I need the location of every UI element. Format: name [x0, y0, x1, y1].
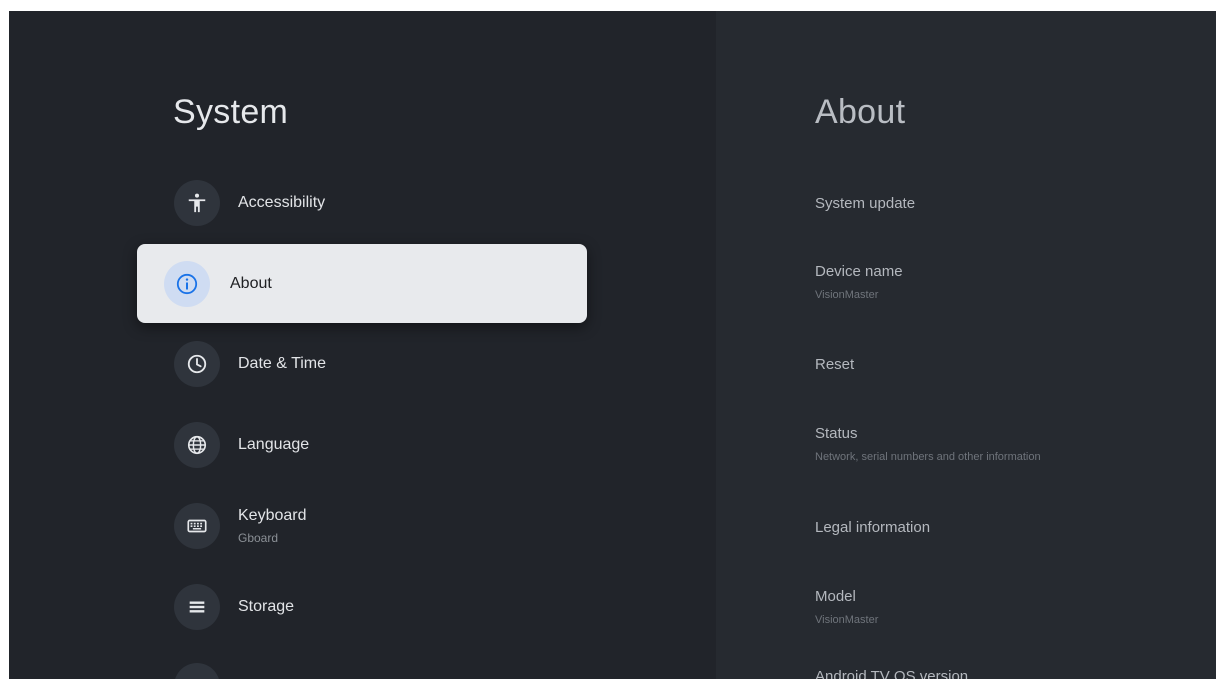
detail-item-label: Reset: [815, 356, 855, 373]
clock-icon: [174, 341, 220, 387]
detail-item-android-tv-os-version[interactable]: Android TV OS version: [815, 668, 1195, 679]
detail-item-label: System update: [815, 195, 916, 212]
menu-item-storage[interactable]: Storage: [174, 582, 594, 632]
detail-item-device-name[interactable]: Device name VisionMaster: [815, 263, 1195, 301]
menu-item-icon: [174, 663, 220, 679]
tv-settings-screen: System Accessibility About Date & Time L…: [9, 11, 1216, 679]
detail-title: About: [815, 93, 906, 131]
about-detail-panel: About System update Device name VisionMa…: [716, 11, 1216, 679]
menu-item-label: About: [230, 274, 272, 292]
system-menu-panel: System Accessibility About Date & Time L…: [9, 11, 716, 679]
menu-item-label: Language: [238, 436, 310, 453]
menu-item-next-partial[interactable]: [174, 661, 594, 679]
menu-item-about[interactable]: About: [137, 244, 587, 323]
detail-item-label: Android TV OS version: [815, 668, 969, 679]
menu-item-date-time[interactable]: Date & Time: [174, 339, 594, 389]
detail-item-label: Device name: [815, 263, 903, 280]
menu-item-label: Keyboard: [238, 507, 307, 524]
detail-item-status[interactable]: Status Network, serial numbers and other…: [815, 425, 1195, 463]
keyboard-icon: [174, 503, 220, 549]
menu-item-label: Date & Time: [238, 355, 327, 372]
accessibility-icon: [174, 180, 220, 226]
globe-icon: [174, 422, 220, 468]
detail-item-legal-information[interactable]: Legal information: [815, 519, 1195, 536]
detail-item-label: Legal information: [815, 519, 931, 536]
detail-item-label: Model: [815, 588, 856, 605]
menu-item-label: Accessibility: [238, 194, 326, 211]
menu-item-label: Storage: [238, 598, 295, 615]
menu-item-keyboard[interactable]: Keyboard Gboard: [174, 501, 594, 551]
detail-item-sublabel: VisionMaster: [815, 614, 879, 626]
info-icon: [164, 260, 210, 307]
storage-icon: [174, 584, 220, 630]
detail-item-label: Status: [815, 425, 858, 442]
menu-item-accessibility[interactable]: Accessibility: [174, 178, 594, 228]
detail-item-sublabel: Network, serial numbers and other inform…: [815, 451, 1041, 463]
detail-item-model[interactable]: Model VisionMaster: [815, 588, 1195, 626]
menu-item-language[interactable]: Language: [174, 420, 594, 470]
detail-item-system-update[interactable]: System update: [815, 195, 1195, 212]
detail-item-sublabel: VisionMaster: [815, 289, 879, 301]
detail-item-reset[interactable]: Reset: [815, 356, 1195, 373]
menu-item-sublabel: Gboard: [238, 531, 279, 545]
page-title: System: [173, 93, 289, 131]
